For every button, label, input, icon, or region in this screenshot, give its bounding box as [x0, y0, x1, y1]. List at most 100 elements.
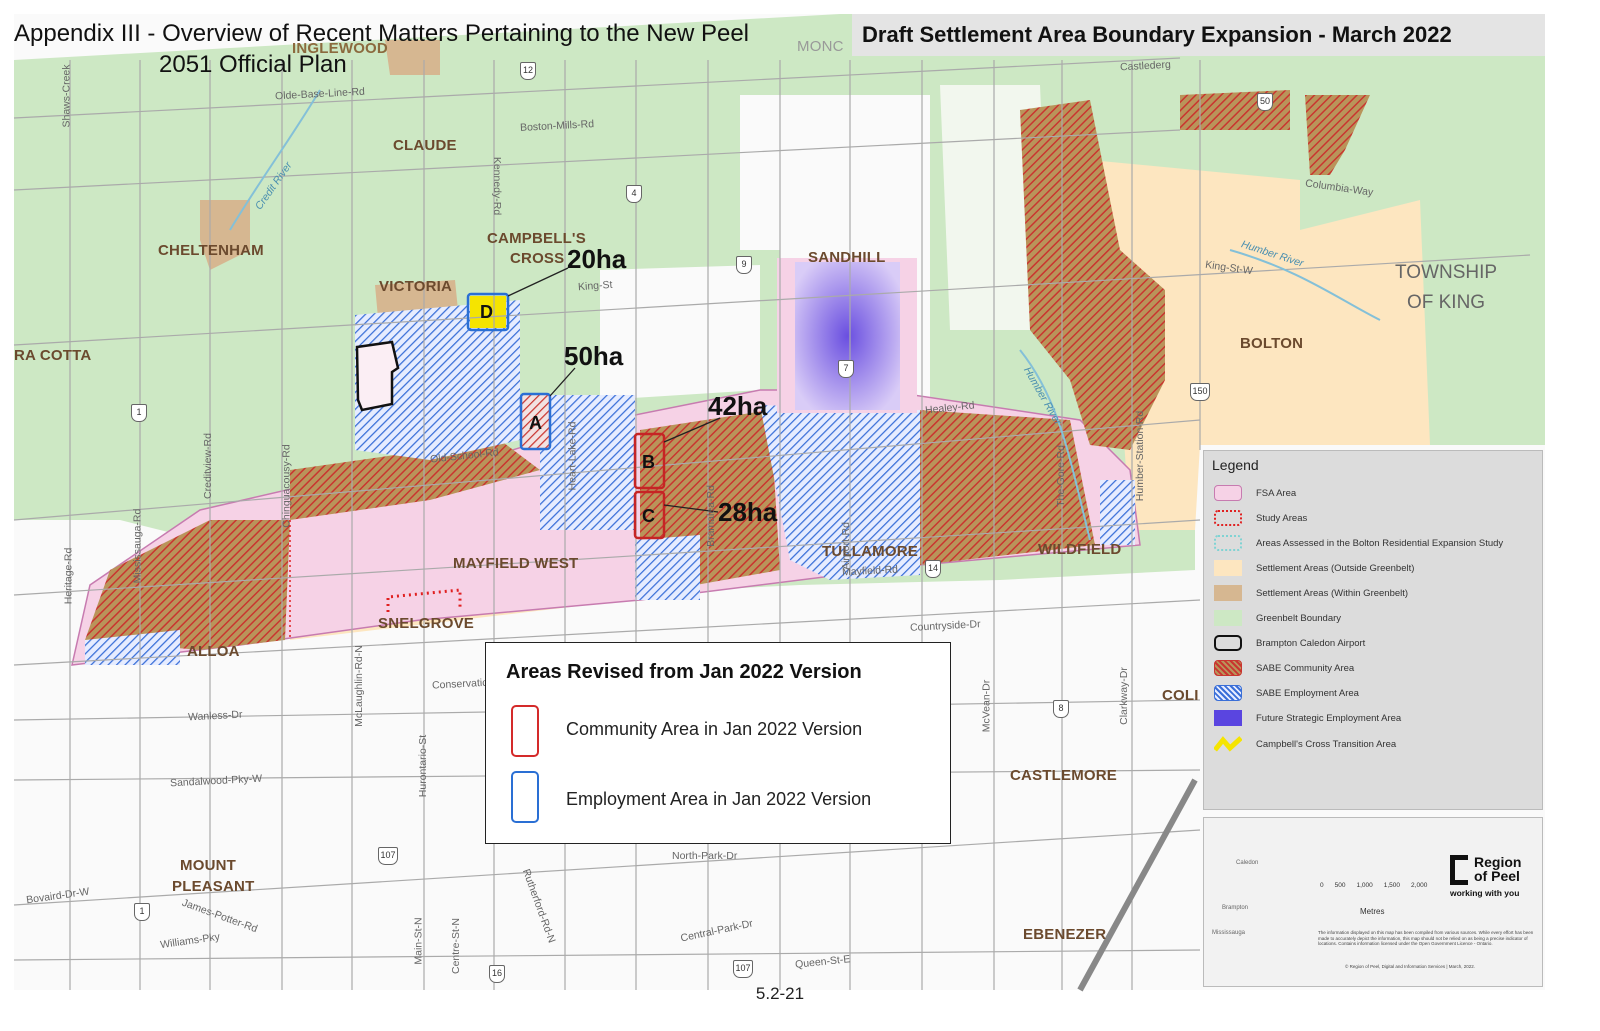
community-hatch-swatch-icon — [1214, 660, 1242, 676]
legend-title: Legend — [1212, 457, 1259, 473]
area-b-letter[interactable]: B — [642, 452, 655, 473]
place-castlemore: CASTLEMORE — [1010, 767, 1117, 784]
transition-swatch-icon — [1213, 736, 1243, 752]
road-the-gore: The-Gore-Rd — [1054, 445, 1067, 507]
settlement-outside-swatch-icon — [1214, 560, 1242, 576]
highway-shield: 12 — [520, 62, 536, 80]
road-heritage: Heritage-Rd — [62, 547, 75, 605]
road-hurontario: Hurontario-St — [417, 734, 430, 798]
legend-label: Campbell's Cross Transition Area — [1256, 738, 1397, 750]
settlement-within-swatch-icon — [1214, 585, 1242, 601]
strategic-employment-area — [795, 262, 900, 410]
highway-shield: 14 — [925, 560, 941, 578]
place-snelgrove: SNELGROVE — [378, 615, 474, 632]
scale-tick: 1,000 — [1356, 882, 1373, 889]
legend-item: Greenbelt Boundary — [1214, 608, 1341, 628]
area-a-letter[interactable]: A — [529, 413, 542, 434]
road-mclaughlin: McLaughlin-Rd-N — [352, 645, 365, 727]
area-d-letter[interactable]: D — [480, 302, 493, 323]
legend-item: Settlement Areas (Outside Greenbelt) — [1214, 558, 1414, 578]
place-inglewood: INGLEWOOD — [292, 40, 388, 57]
highway-shield: 1 — [131, 404, 147, 422]
place-mount-pleasant-line1: MOUNT — [180, 857, 236, 874]
scale-ticks: 0 500 1,000 1,500 2,000 — [1320, 882, 1427, 889]
highway-shield: 107 — [378, 847, 398, 865]
inset-brampton-label: Brampton — [1222, 905, 1249, 911]
legend-label: Greenbelt Boundary — [1256, 612, 1342, 624]
legend-label: Brampton Caledon Airport — [1256, 637, 1366, 649]
study-swatch-icon — [1214, 510, 1242, 526]
inset-caledon-label: Caledon — [1236, 860, 1259, 866]
greenbelt-swatch-icon — [1214, 610, 1242, 626]
revised-employment-label: Employment Area in Jan 2022 Version — [566, 789, 872, 809]
place-coleraine: COLI — [1162, 687, 1199, 704]
legend-item: Brampton Caledon Airport — [1214, 633, 1365, 653]
community-swatch-icon — [511, 705, 539, 757]
legend-label: Study Areas — [1256, 512, 1308, 524]
region-of-peel-logo-icon — [1450, 855, 1468, 885]
community-area-bolton-north — [1180, 90, 1290, 130]
legend-label: FSA Area — [1256, 487, 1297, 499]
region-of-peel-brand: Region of Peel — [1474, 855, 1521, 883]
place-campbells-cross-line2: CROSS — [510, 250, 565, 267]
road-airport: Airport-Rd — [839, 522, 852, 570]
place-terra-cotta: RA COTTA — [14, 347, 92, 364]
highway-shield: 107 — [733, 960, 753, 978]
scale-unit: Metres — [1360, 907, 1385, 916]
inset-panel — [1203, 817, 1543, 987]
place-ebenezer: EBENEZER — [1023, 926, 1107, 943]
scale-tick: 1,500 — [1383, 882, 1401, 889]
employment-hatch-swatch-icon — [1214, 685, 1242, 701]
legend-item: FSA Area — [1214, 483, 1296, 503]
legend-item: Areas Assessed in the Bolton Residential… — [1214, 533, 1503, 553]
scale-tick: 500 — [1334, 882, 1346, 889]
highway-shield: 150 — [1190, 383, 1210, 401]
map-header: Draft Settlement Area Boundary Expansion… — [852, 14, 1545, 56]
area-a-hectares: 50ha — [564, 341, 624, 371]
legend-item: Future Strategic Employment Area — [1214, 708, 1401, 728]
scale-tick: 2,000 — [1411, 882, 1428, 889]
place-sandhill: SANDHILL — [808, 249, 886, 266]
legend-label: SABE Employment Area — [1256, 687, 1359, 699]
employment-area-humber — [1100, 480, 1135, 545]
place-mono: MONC — [797, 38, 844, 55]
revised-areas-title: Areas Revised from Jan 2022 Version — [506, 661, 862, 683]
strategic-swatch-icon — [1214, 710, 1242, 726]
legend-item: Campbell's Cross Transition Area — [1213, 734, 1397, 754]
place-tullamore: TULLAMORE — [822, 543, 918, 560]
legend-item: Study Areas — [1214, 508, 1307, 528]
place-alloa: ALLOA — [187, 643, 240, 660]
employment-area-mayfield — [635, 535, 700, 600]
area-d-hectares: 20ha — [567, 244, 627, 274]
bolton-swatch-icon — [1214, 535, 1242, 551]
legend-item: SABE Community Area — [1214, 658, 1354, 678]
road-bramalea: Bramalea-Rd — [704, 485, 717, 547]
legend-label: SABE Community Area — [1256, 662, 1355, 674]
inset-disclaimer: The information displayed on this map ha… — [1318, 930, 1534, 946]
brampton-caledon-airport — [355, 340, 400, 412]
area-c-letter[interactable]: C — [642, 506, 655, 527]
road-north-park: North-Park-Dr — [672, 850, 738, 862]
road-chinguacousy: Chinguacousy-Rd — [280, 444, 293, 528]
road-centre-st: Centre-St-N — [450, 917, 463, 975]
township-line1: TOWNSHIP — [1395, 262, 1498, 283]
employment-swatch-icon — [511, 771, 539, 823]
inset-mississauga-label: Mississauga — [1212, 930, 1246, 936]
road-shaws-creek: Shaws-Creek — [60, 64, 73, 128]
legend-label: Settlement Areas (Outside Greenbelt) — [1256, 562, 1415, 574]
legend-item: SABE Employment Area — [1214, 683, 1359, 703]
white-area-mid — [600, 265, 760, 400]
area-b-hectares: 42ha — [708, 391, 768, 421]
place-cheltenham: CHELTENHAM — [158, 242, 264, 259]
road-king-st: King-St — [577, 278, 613, 294]
place-bolton: BOLTON — [1240, 335, 1304, 352]
road-clarkway: Clarkway-Dr — [1117, 667, 1130, 725]
road-creditview: Creditview-Rd — [201, 433, 214, 499]
road-mcvean: McVean-Dr — [980, 679, 993, 733]
area-c-hectares: 28ha — [718, 497, 778, 527]
legend-label: Future Strategic Employment Area — [1256, 712, 1402, 724]
place-mount-pleasant-line2: PLEASANT — [172, 878, 255, 895]
highway-shield: 4 — [626, 185, 642, 203]
township-line2: OF KING — [1406, 292, 1486, 313]
place-claude: CLAUDE — [393, 137, 457, 154]
